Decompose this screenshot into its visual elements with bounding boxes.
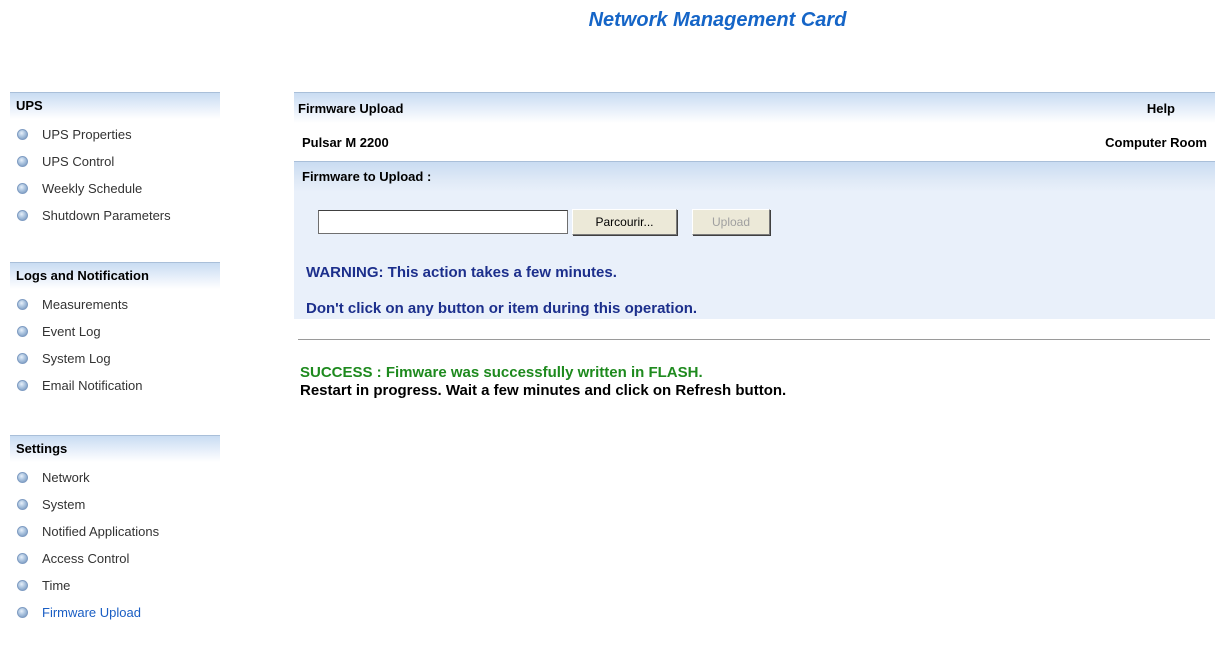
content-header: Firmware Upload Help bbox=[294, 92, 1215, 123]
sidebar-item-system-log[interactable]: System Log bbox=[10, 345, 220, 372]
bullet-icon bbox=[17, 326, 28, 337]
sidebar-section-logs: Logs and Notification Measurements Event… bbox=[10, 262, 220, 399]
bullet-icon bbox=[17, 156, 28, 167]
content-title: Firmware Upload bbox=[298, 100, 404, 116]
bullet-icon bbox=[17, 129, 28, 140]
sidebar-item-time[interactable]: Time bbox=[10, 572, 220, 599]
sidebar-item-label: Access Control bbox=[42, 551, 130, 566]
device-info-row: Pulsar M 2200 Computer Room bbox=[294, 123, 1215, 161]
upload-button[interactable]: Upload bbox=[692, 209, 770, 235]
device-name: Pulsar M 2200 bbox=[302, 134, 389, 150]
bullet-icon bbox=[17, 472, 28, 483]
bullet-icon bbox=[17, 499, 28, 510]
browse-button[interactable]: Parcourir... bbox=[572, 209, 677, 235]
upload-panel: Parcourir... Upload WARNING: This action… bbox=[294, 192, 1215, 319]
restart-message: Restart in progress. Wait a few minutes … bbox=[300, 382, 787, 399]
page-title: Network Management Card bbox=[588, 9, 847, 31]
bullet-icon bbox=[17, 380, 28, 391]
bullet-icon bbox=[17, 299, 28, 310]
warning-note: Don't click on any button or item during… bbox=[306, 300, 698, 317]
help-link[interactable]: Help bbox=[1147, 101, 1175, 116]
sidebar-item-ups-control[interactable]: UPS Control bbox=[10, 148, 220, 175]
sidebar-item-label: UPS Control bbox=[42, 154, 115, 169]
sidebar-item-system[interactable]: System bbox=[10, 491, 220, 518]
sidebar-item-label: Notified Applications bbox=[42, 524, 160, 539]
bullet-icon bbox=[17, 210, 28, 221]
bullet-icon bbox=[17, 553, 28, 564]
sidebar-item-weekly-schedule[interactable]: Weekly Schedule bbox=[10, 175, 220, 202]
sidebar-header-settings: Settings bbox=[10, 435, 220, 462]
sidebar-item-access-control[interactable]: Access Control bbox=[10, 545, 220, 572]
sidebar-item-notified-applications[interactable]: Notified Applications bbox=[10, 518, 220, 545]
bullet-icon bbox=[17, 353, 28, 364]
warning-text: WARNING: This action takes a few minutes… bbox=[306, 264, 617, 281]
device-location: Computer Room bbox=[1105, 134, 1207, 150]
bullet-icon bbox=[17, 183, 28, 194]
sidebar-item-label: Weekly Schedule bbox=[42, 181, 143, 196]
sidebar-header-ups: UPS bbox=[10, 92, 220, 119]
sidebar-item-label: Shutdown Parameters bbox=[42, 208, 171, 223]
sidebar-item-measurements[interactable]: Measurements bbox=[10, 291, 220, 318]
bullet-icon bbox=[17, 607, 28, 618]
sidebar-item-event-log[interactable]: Event Log bbox=[10, 318, 220, 345]
sidebar-item-label: Email Notification bbox=[42, 378, 143, 393]
sidebar-header-logs: Logs and Notification bbox=[10, 262, 220, 289]
sidebar-item-label: Event Log bbox=[42, 324, 101, 339]
sidebar-item-email-notification[interactable]: Email Notification bbox=[10, 372, 220, 399]
success-message: SUCCESS : Fimware was successfully writt… bbox=[300, 364, 703, 381]
sidebar-item-network[interactable]: Network bbox=[10, 464, 220, 491]
sidebar-item-label: UPS Properties bbox=[42, 127, 132, 142]
sidebar-item-label: System bbox=[42, 497, 86, 512]
firmware-file-input[interactable] bbox=[318, 210, 568, 234]
sidebar-item-label: Time bbox=[42, 578, 71, 593]
divider bbox=[298, 339, 1210, 340]
firmware-section-header: Firmware to Upload : bbox=[294, 161, 1215, 192]
sidebar-item-label: Network bbox=[42, 470, 90, 485]
bullet-icon bbox=[17, 580, 28, 591]
main-content: Firmware Upload Help Pulsar M 2200 Compu… bbox=[294, 92, 1215, 400]
bullet-icon bbox=[17, 526, 28, 537]
sidebar: UPS UPS Properties UPS Control Weekly Sc… bbox=[10, 92, 220, 662]
sidebar-item-label: Measurements bbox=[42, 297, 128, 312]
sidebar-section-settings: Settings Network System Notified Applica… bbox=[10, 435, 220, 626]
sidebar-item-ups-properties[interactable]: UPS Properties bbox=[10, 121, 220, 148]
sidebar-item-shutdown-parameters[interactable]: Shutdown Parameters bbox=[10, 202, 220, 229]
sidebar-section-ups: UPS UPS Properties UPS Control Weekly Sc… bbox=[10, 92, 220, 229]
sidebar-item-label: System Log bbox=[42, 351, 111, 366]
